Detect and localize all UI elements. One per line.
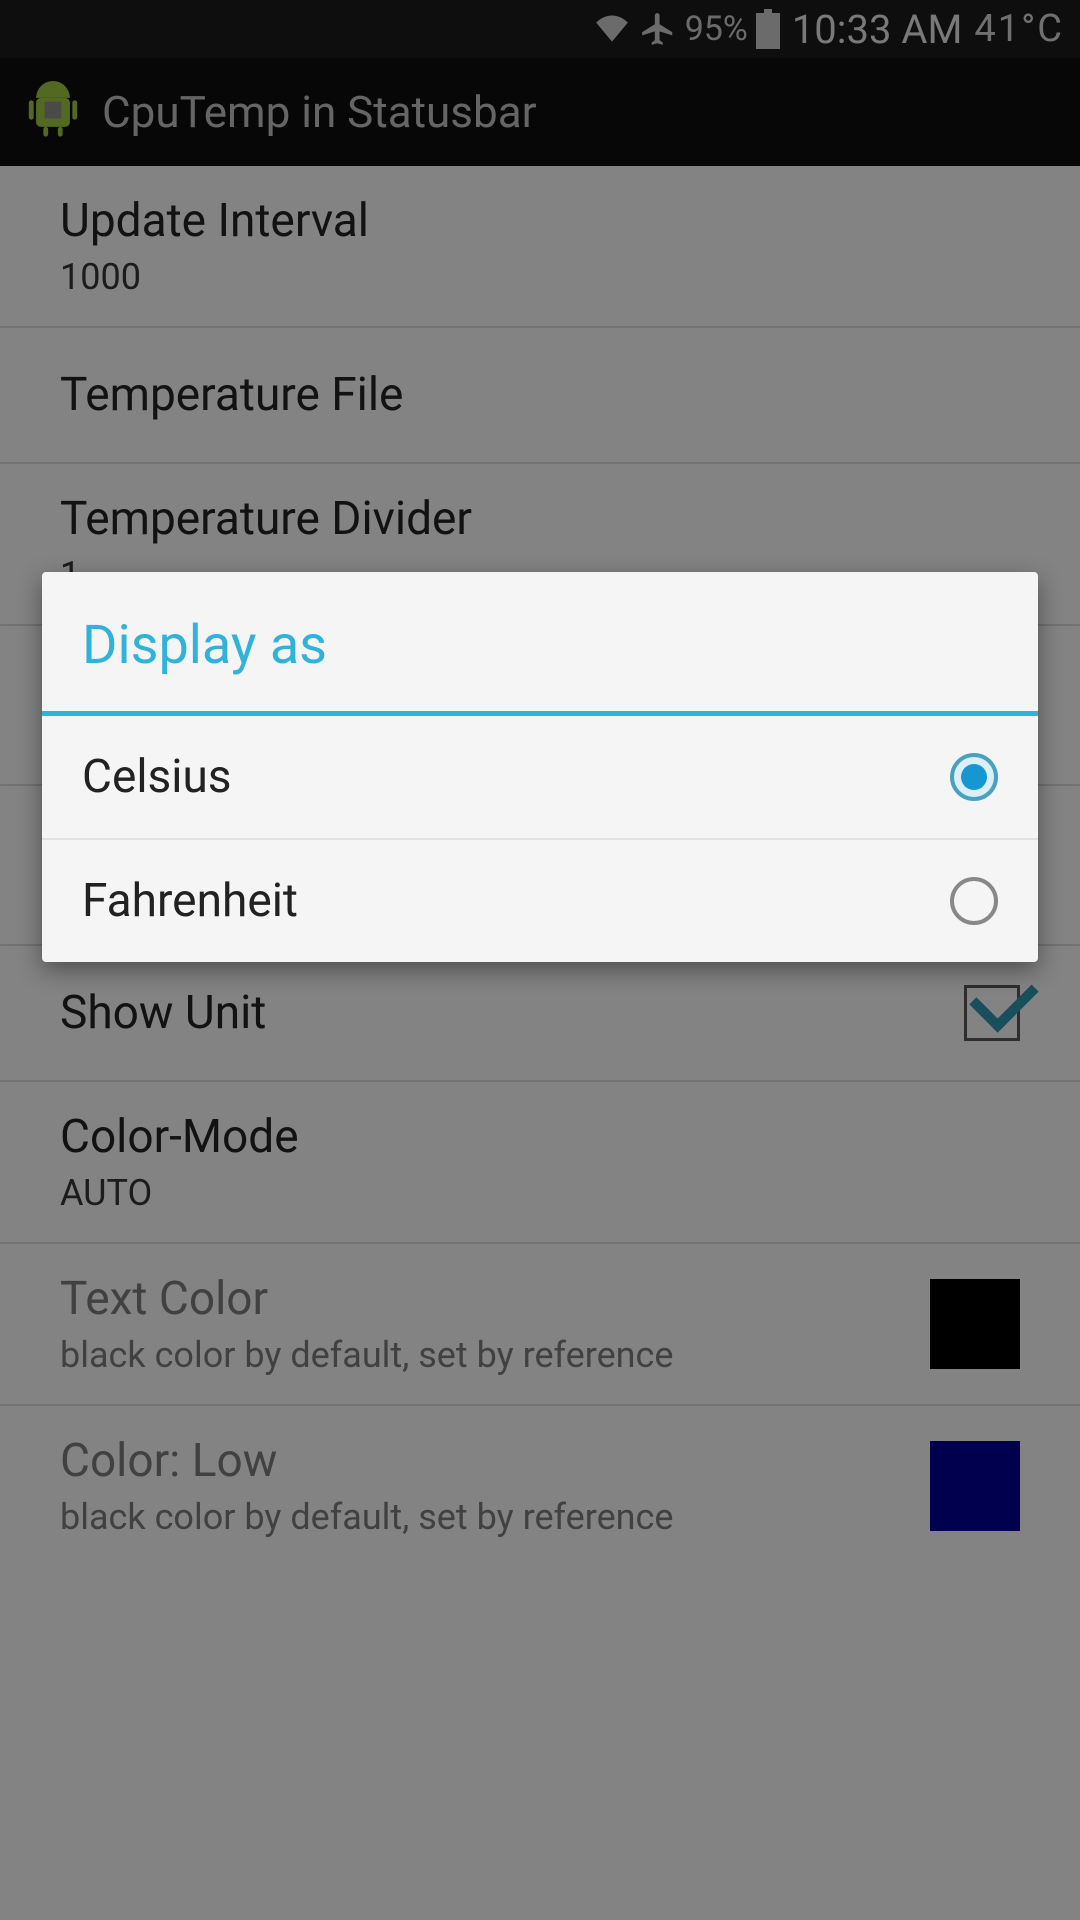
dialog-option-fahrenheit[interactable]: Fahrenheit (42, 840, 1038, 962)
radio-icon[interactable] (950, 877, 998, 925)
dialog-option-celsius[interactable]: Celsius (42, 716, 1038, 840)
display-as-dialog: Display as Celsius Fahrenheit (42, 572, 1038, 962)
option-label: Celsius (82, 750, 232, 804)
dialog-title: Display as (42, 572, 1038, 711)
option-label: Fahrenheit (82, 874, 298, 928)
radio-icon[interactable] (950, 753, 998, 801)
